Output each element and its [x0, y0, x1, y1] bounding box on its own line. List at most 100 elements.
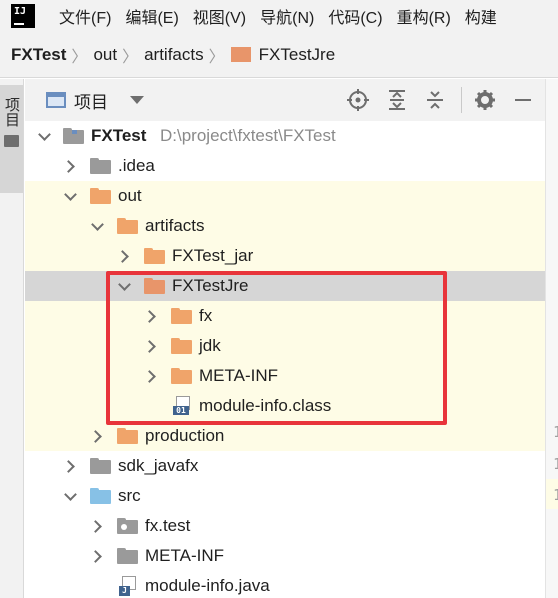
tree-row-fxtestjre[interactable]: FXTestJre: [25, 271, 545, 301]
expand-all-icon[interactable]: [385, 88, 409, 112]
tree-row-root[interactable]: FXTest D:\project\fxtest\FXTest: [25, 121, 545, 151]
tree-row-meta-inf[interactable]: META-INF: [25, 361, 545, 391]
project-tool-label: 项目: [3, 97, 20, 127]
tree-row-label: sdk_javafx: [118, 456, 199, 475]
gear-icon[interactable]: [473, 88, 497, 112]
excluded-folder-icon: [144, 248, 165, 264]
tree-row-production[interactable]: production: [25, 421, 545, 451]
excluded-folder-icon: [144, 278, 165, 294]
tree-row-label: out: [118, 186, 142, 205]
tree-row-artifacts[interactable]: artifacts: [25, 211, 545, 241]
panel-title[interactable]: 项目: [74, 88, 108, 113]
tree-row-label: FXTestJre: [172, 276, 249, 295]
chevron-right-icon[interactable]: [117, 249, 131, 263]
menu-edit[interactable]: 编辑(E): [125, 4, 178, 28]
tree-row-label: .idea: [118, 156, 155, 175]
chevron-right-icon[interactable]: [90, 429, 104, 443]
java-file-icon: J: [119, 576, 137, 596]
package-icon: [117, 518, 138, 534]
menu-code[interactable]: 代码(C): [328, 4, 382, 28]
chevron-down-icon[interactable]: [37, 129, 51, 143]
editor-gutter: 1 1 1: [545, 79, 558, 598]
chevron-right-icon[interactable]: [90, 549, 104, 563]
excluded-folder-icon: [171, 338, 192, 354]
tree-row-out[interactable]: out: [25, 181, 545, 211]
tree-row-module-info-java[interactable]: J module-info.java: [25, 571, 545, 598]
breadcrumb-separator: 〉: [71, 48, 88, 66]
tree-row-label: production: [145, 426, 225, 445]
breadcrumb: FXTest 〉 out 〉 artifacts 〉 FXTestJre: [0, 32, 558, 78]
chevron-down-icon[interactable]: [90, 219, 104, 233]
tree-row-label: fx: [199, 306, 213, 325]
line-number: 1: [553, 423, 558, 441]
project-view-icon: [46, 92, 66, 108]
tree-row-jdk[interactable]: jdk: [25, 331, 545, 361]
tree-row-src-meta-inf[interactable]: META-INF: [25, 541, 545, 571]
class-file-icon: 01: [173, 396, 191, 416]
menu-build[interactable]: 构建: [465, 4, 497, 28]
project-panel-header: 项目: [25, 79, 545, 121]
chevron-right-icon[interactable]: [63, 159, 77, 173]
tree-row-idea[interactable]: .idea: [25, 151, 545, 181]
menu-refactor[interactable]: 重构(R): [397, 4, 451, 28]
menu-view[interactable]: 视图(V): [193, 4, 246, 28]
project-tree: FXTest D:\project\fxtest\FXTest .idea ou…: [25, 121, 545, 598]
header-divider: [461, 87, 462, 113]
tree-row-module-info-class[interactable]: 01 module-info.class: [25, 391, 545, 421]
project-tool-tab[interactable]: 项目: [0, 85, 23, 193]
tree-row-label: module-info.java: [145, 576, 270, 595]
chevron-down-icon[interactable]: [117, 279, 131, 293]
tree-row-src[interactable]: src: [25, 481, 545, 511]
chevron-right-icon[interactable]: [144, 339, 158, 353]
breadcrumb-fxtestjre[interactable]: FXTestJre: [259, 45, 336, 65]
locate-icon[interactable]: [346, 88, 370, 112]
source-folder-icon: [90, 488, 111, 504]
tree-row-fx-test[interactable]: fx.test: [25, 511, 545, 541]
tree-row-label: FXTest_jar: [172, 246, 254, 265]
tree-row-label: src: [118, 486, 141, 505]
tree-row-sdk-javafx[interactable]: sdk_javafx: [25, 451, 545, 481]
breadcrumb-separator: 〉: [122, 48, 139, 66]
excluded-folder-icon: [171, 308, 192, 324]
excluded-folder-icon: [171, 368, 192, 384]
line-number: 1: [553, 455, 558, 473]
excluded-folder-icon: [117, 428, 138, 444]
collapse-all-icon[interactable]: [423, 88, 447, 112]
menu-bar: IJ 文件(F) 编辑(E) 视图(V) 导航(N) 代码(C) 重构(R) 构…: [0, 0, 558, 32]
breadcrumb-separator: 〉: [208, 48, 225, 66]
folder-icon: [4, 135, 19, 147]
breadcrumb-out[interactable]: out: [93, 45, 117, 65]
folder-icon: [117, 548, 138, 564]
menu-navigate[interactable]: 导航(N): [260, 4, 314, 28]
left-tool-strip: 项目: [0, 79, 24, 598]
chevron-down-icon[interactable]: [63, 489, 77, 503]
chevron-down-icon[interactable]: [130, 96, 144, 104]
folder-icon: [90, 158, 111, 174]
chevron-right-icon[interactable]: [63, 459, 77, 473]
chevron-right-icon[interactable]: [90, 519, 104, 533]
tree-row-label: FXTest: [91, 126, 147, 145]
tree-row-fx[interactable]: fx: [25, 301, 545, 331]
chevron-right-icon[interactable]: [144, 309, 158, 323]
breadcrumb-artifacts[interactable]: artifacts: [144, 45, 204, 65]
folder-icon: [90, 458, 111, 474]
tree-row-label: fx.test: [145, 516, 191, 535]
menu-file[interactable]: 文件(F): [59, 4, 111, 28]
breadcrumb-project[interactable]: FXTest: [11, 45, 66, 65]
tree-row-label: jdk: [199, 336, 221, 355]
tree-row-fxtest-jar[interactable]: FXTest_jar: [25, 241, 545, 271]
tree-row-label: META-INF: [145, 546, 225, 565]
excluded-folder-icon: [90, 188, 111, 204]
intellij-logo-icon: IJ: [11, 4, 35, 28]
tree-row-label: artifacts: [145, 216, 205, 235]
line-number: 1: [553, 486, 558, 504]
chevron-right-icon[interactable]: [144, 369, 158, 383]
tree-row-label: META-INF: [199, 366, 279, 385]
excluded-folder-icon: [117, 218, 138, 234]
folder-icon: [230, 47, 251, 62]
module-folder-icon: [63, 128, 84, 144]
tree-row-label: module-info.class: [199, 396, 332, 415]
chevron-down-icon[interactable]: [63, 189, 77, 203]
project-path: D:\project\fxtest\FXTest: [160, 126, 336, 145]
minimize-icon[interactable]: [511, 88, 535, 112]
